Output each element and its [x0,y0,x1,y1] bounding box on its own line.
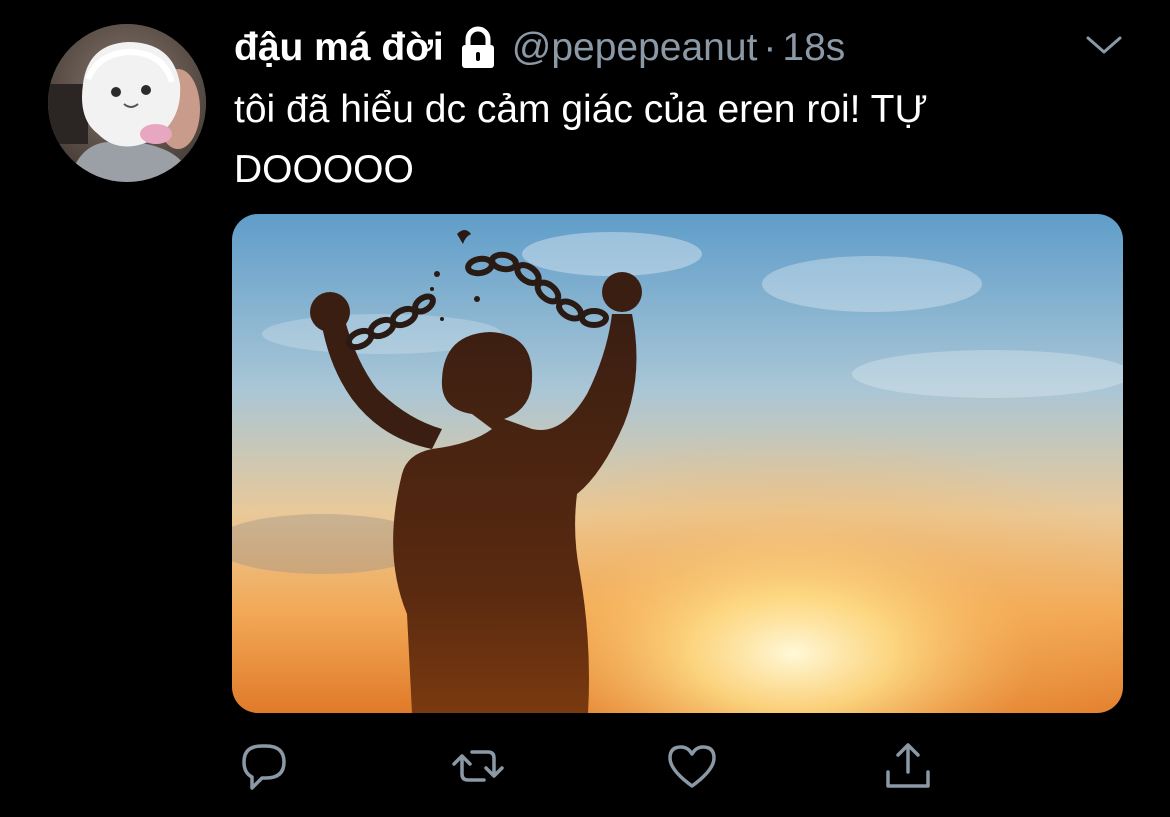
tweet-text: tôi đã hiểu dc cảm giác của eren roi! TỰ… [234,88,928,191]
tweet[interactable]: đậu má đời @pepepeanut · 18s tôi đã hiểu… [0,0,1170,817]
share-icon[interactable] [880,738,936,794]
display-name[interactable]: đậu má đời [234,26,444,70]
chevron-down-icon[interactable] [1084,30,1124,60]
lock-icon [458,26,498,70]
retweet-icon[interactable] [450,738,506,794]
tweet-media-image[interactable] [232,214,1123,713]
like-icon[interactable] [664,738,720,794]
tweet-header: đậu má đời @pepepeanut · 18s [234,22,845,74]
handle[interactable]: @pepepeanut [512,26,758,70]
separator-dot: · [763,26,777,69]
avatar[interactable] [48,24,206,182]
reply-icon[interactable] [236,738,292,794]
timestamp[interactable]: 18s [782,26,845,70]
tweet-action-bar [0,738,1170,798]
